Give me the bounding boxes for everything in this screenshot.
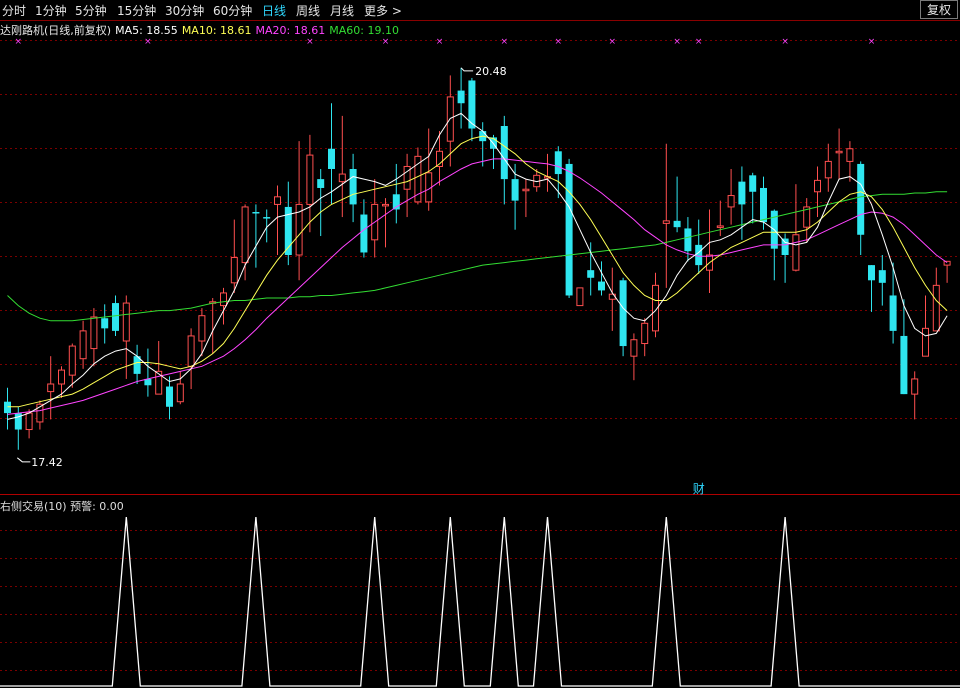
candle-down xyxy=(900,335,908,395)
candle-up xyxy=(90,316,98,350)
candle-down xyxy=(360,214,368,253)
candle-up xyxy=(727,195,735,208)
candle-up xyxy=(220,292,227,307)
candle-down xyxy=(878,270,886,283)
x-marker: × xyxy=(695,37,703,47)
candle-up xyxy=(943,260,951,266)
candle-up xyxy=(274,196,281,205)
candle-up xyxy=(382,203,389,207)
event-marker: 财 xyxy=(693,482,705,496)
x-marker: × xyxy=(501,37,509,47)
candle-up xyxy=(911,378,919,395)
candle-up xyxy=(306,154,314,205)
candle-down xyxy=(511,179,519,201)
candle-down xyxy=(587,270,595,278)
ma20-line xyxy=(7,158,948,415)
candle-down xyxy=(673,220,681,228)
candle-up xyxy=(68,345,76,376)
candle-down xyxy=(738,181,746,205)
candle-down xyxy=(166,386,173,407)
candle-up xyxy=(835,150,843,154)
candle-up xyxy=(932,284,940,332)
candle-down xyxy=(317,179,325,188)
x-marker: × xyxy=(868,37,876,47)
candle-down xyxy=(857,163,865,235)
candle-down xyxy=(252,212,260,214)
x-marker: × xyxy=(436,37,444,47)
candle-up xyxy=(576,287,584,307)
x-marker: × xyxy=(781,37,789,47)
candle-up xyxy=(25,412,33,431)
candle-up xyxy=(241,206,249,264)
candle-up xyxy=(608,293,616,300)
candle-down xyxy=(760,187,767,223)
price-chart[interactable]: ×××××××××××××20.4817.42财 xyxy=(0,0,960,688)
low-label: 17.42 xyxy=(31,456,63,469)
candle-down xyxy=(619,280,627,347)
candle-down xyxy=(684,228,692,252)
candle-up xyxy=(58,369,65,385)
candle-up xyxy=(176,383,184,403)
low-pointer xyxy=(16,457,31,463)
candle-up xyxy=(716,225,724,228)
x-marker: × xyxy=(673,37,681,47)
candle-down xyxy=(328,148,335,169)
candle-up xyxy=(846,148,854,162)
candle-up xyxy=(641,322,649,345)
x-marker: × xyxy=(555,37,563,47)
candle-up xyxy=(814,179,821,193)
candle-up xyxy=(522,188,530,192)
x-marker: × xyxy=(15,37,23,47)
high-pointer xyxy=(460,67,474,72)
candle-up xyxy=(79,330,87,360)
candle-up xyxy=(187,335,195,367)
candle-down xyxy=(889,295,897,331)
candle-down xyxy=(749,175,757,192)
x-marker: × xyxy=(382,37,390,47)
x-marker: × xyxy=(144,37,152,47)
candle-up xyxy=(230,257,238,284)
candle-up xyxy=(630,339,638,357)
x-marker: × xyxy=(306,37,314,47)
candle-down xyxy=(263,217,271,219)
candle-up xyxy=(338,173,346,183)
candle-down xyxy=(457,90,465,104)
candle-up xyxy=(662,220,670,224)
candle-down xyxy=(554,151,562,175)
candle-down xyxy=(349,169,357,205)
candle-up xyxy=(792,234,800,271)
candle-down xyxy=(868,265,875,281)
candle-down xyxy=(500,126,508,180)
x-marker: × xyxy=(609,37,617,47)
candle-down xyxy=(695,244,703,266)
candle-up xyxy=(198,315,206,342)
candle-down xyxy=(781,238,789,255)
candle-up xyxy=(47,383,55,393)
candle-down xyxy=(4,401,11,414)
candle-down xyxy=(101,318,109,329)
candle-up xyxy=(824,160,832,179)
high-label: 20.48 xyxy=(475,65,507,78)
candle-up xyxy=(922,327,929,357)
candle-up xyxy=(122,302,130,342)
candle-down xyxy=(598,281,605,291)
indicator-line xyxy=(0,516,960,687)
candle-down xyxy=(112,303,119,331)
candle-down xyxy=(565,163,573,296)
